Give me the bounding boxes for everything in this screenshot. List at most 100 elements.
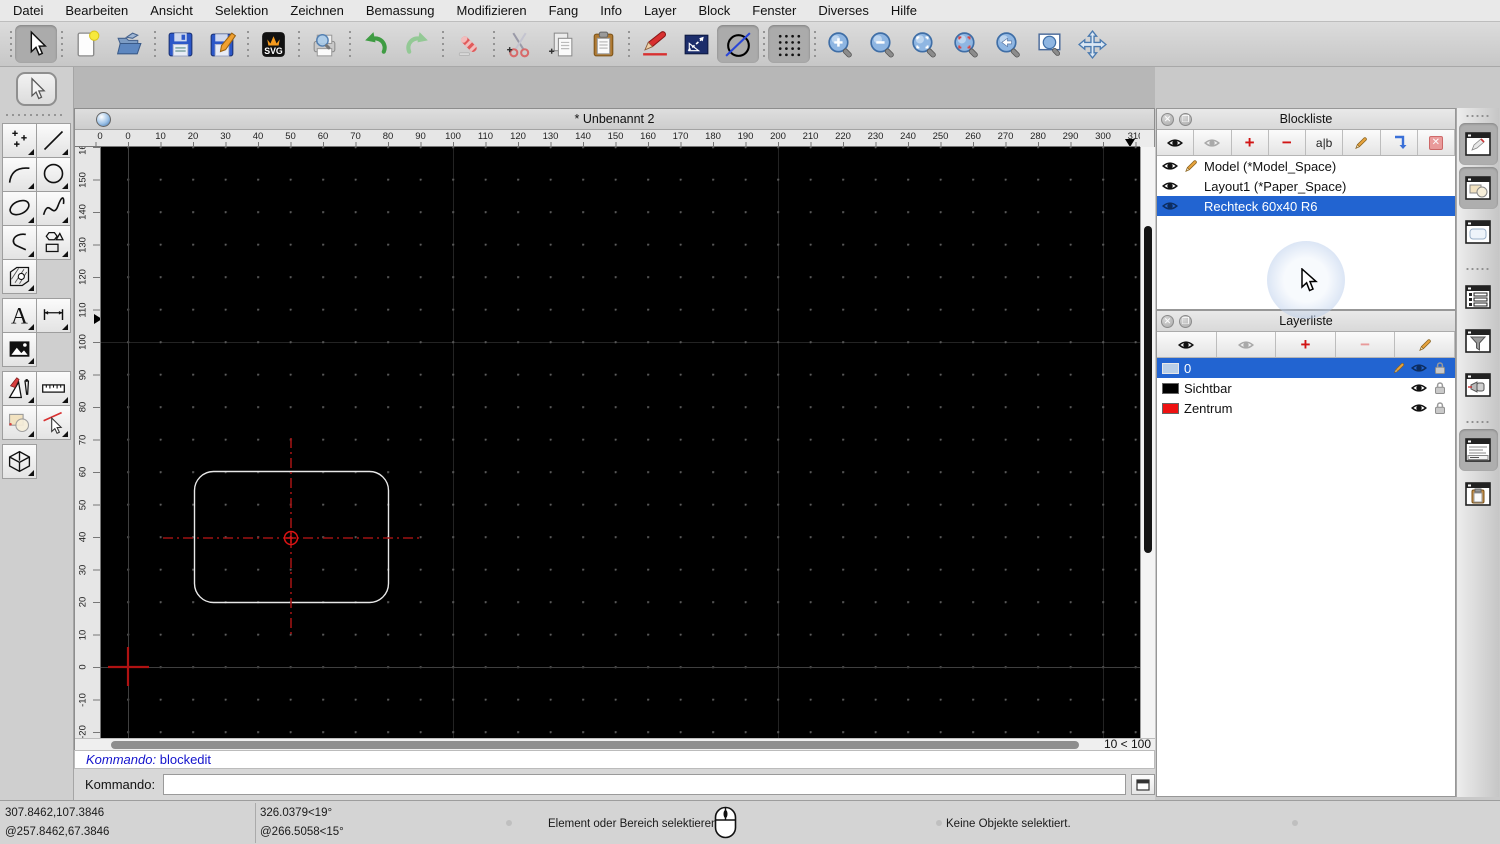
points-tool[interactable] <box>2 123 37 158</box>
vertical-scrollbar[interactable] <box>1140 147 1155 738</box>
palette-selection-tool[interactable] <box>16 72 57 106</box>
drawing-window-titlebar[interactable]: * Unbenannt 2 <box>75 109 1154 130</box>
menu-zeichnen[interactable]: Zeichnen <box>290 3 343 18</box>
visibility-eye-icon[interactable] <box>1162 198 1178 214</box>
show-all-blocks-button[interactable] <box>1157 130 1194 155</box>
construction-mode-button[interactable] <box>717 25 759 63</box>
arc-tool[interactable] <box>2 157 37 192</box>
image-tool[interactable] <box>2 332 37 367</box>
toolbar-handle[interactable] <box>1465 114 1491 119</box>
deselect-tool[interactable] <box>36 405 71 440</box>
zoom-auto-button[interactable] <box>903 25 945 63</box>
edit-block-button[interactable] <box>1343 130 1380 155</box>
layer-color-swatch[interactable] <box>1162 403 1179 414</box>
visibility-eye-icon[interactable] <box>1411 400 1427 416</box>
command-input[interactable] <box>163 774 1126 795</box>
menu-info[interactable]: Info <box>600 3 622 18</box>
zoom-in-button[interactable] <box>819 25 861 63</box>
add-block-button[interactable]: + <box>1232 130 1269 155</box>
menu-datei[interactable]: Datei <box>13 3 43 18</box>
visibility-eye-icon[interactable] <box>1162 158 1178 174</box>
hide-all-blocks-button[interactable] <box>1194 130 1231 155</box>
menu-bearbeiten[interactable]: Bearbeiten <box>65 3 128 18</box>
angle-restriction-button[interactable] <box>675 25 717 63</box>
layer-color-swatch[interactable] <box>1162 383 1179 394</box>
preview-window-button[interactable] <box>1459 211 1498 253</box>
layer-color-swatch[interactable] <box>1162 363 1179 374</box>
copy-button[interactable] <box>540 25 582 63</box>
clipboard-window-button[interactable] <box>1459 473 1498 515</box>
circle-tool[interactable] <box>36 157 71 192</box>
float-icon[interactable]: ❐ <box>1179 315 1192 328</box>
hatch-tool[interactable] <box>2 259 37 294</box>
remove-layer-button[interactable]: − <box>1336 332 1396 357</box>
list-window-button[interactable] <box>1459 276 1498 318</box>
remove-block-button[interactable]: − <box>1269 130 1306 155</box>
rename-block-button[interactable]: a|b <box>1306 130 1343 155</box>
drawing-canvas[interactable] <box>101 147 1140 738</box>
spline-tool[interactable] <box>36 191 71 226</box>
menu-fang[interactable]: Fang <box>549 3 579 18</box>
undo-button[interactable] <box>354 25 396 63</box>
save-as-button[interactable] <box>201 25 243 63</box>
zoom-out-button[interactable] <box>861 25 903 63</box>
block-row-model[interactable]: Model (*Model_Space) <box>1157 156 1455 176</box>
show-all-layers-button[interactable] <box>1157 332 1217 357</box>
visibility-eye-icon[interactable] <box>1162 178 1178 194</box>
menu-bemassung[interactable]: Bemassung <box>366 3 435 18</box>
close-icon[interactable]: ✕ <box>1161 315 1174 328</box>
dimension-tool[interactable] <box>36 298 71 333</box>
horizontal-scrollbar-thumb[interactable] <box>111 741 1079 749</box>
library-window-button[interactable] <box>1459 167 1498 209</box>
add-layer-button[interactable]: + <box>1276 332 1336 357</box>
ellipse-tool[interactable] <box>2 191 37 226</box>
line-tool[interactable] <box>36 123 71 158</box>
grid-toggle-button[interactable] <box>768 25 810 63</box>
vertical-scrollbar-thumb[interactable] <box>1144 226 1152 553</box>
blocks-tool[interactable] <box>2 405 37 440</box>
measure-tool[interactable] <box>36 371 71 406</box>
layerliste-titlebar[interactable]: ✕ ❐ Layerliste <box>1157 311 1455 332</box>
menu-modifizieren[interactable]: Modifizieren <box>457 3 527 18</box>
edit-layer-button[interactable] <box>1395 332 1455 357</box>
insert-block-button[interactable] <box>1381 130 1418 155</box>
menu-selektion[interactable]: Selektion <box>215 3 268 18</box>
hide-all-layers-button[interactable] <box>1217 332 1277 357</box>
zoom-previous-button[interactable] <box>987 25 1029 63</box>
block-row-rechteck[interactable]: Rechteck 60x40 R6 <box>1157 196 1455 216</box>
menu-block[interactable]: Block <box>698 3 730 18</box>
3d-box-tool[interactable] <box>2 444 37 479</box>
polyline-tool[interactable] <box>2 225 37 260</box>
menu-fenster[interactable]: Fenster <box>752 3 796 18</box>
modify-tool[interactable] <box>2 371 37 406</box>
layer-row-zentrum[interactable]: Zentrum <box>1157 398 1455 418</box>
blockliste-titlebar[interactable]: ✕ ❐ Blockliste <box>1157 109 1455 130</box>
lock-icon[interactable] <box>1432 360 1448 376</box>
pan-button[interactable] <box>1071 25 1113 63</box>
redo-button[interactable] <box>396 25 438 63</box>
zoom-selection-button[interactable] <box>945 25 987 63</box>
visibility-eye-icon[interactable] <box>1411 360 1427 376</box>
open-file-button[interactable] <box>108 25 150 63</box>
draw-pencil-button[interactable] <box>633 25 675 63</box>
delete-eraser-button[interactable] <box>447 25 489 63</box>
horizontal-scrollbar[interactable]: 10 < 100 <box>75 738 1156 750</box>
layer-row-0[interactable]: 0 <box>1157 358 1455 378</box>
toolbar-handle[interactable] <box>6 29 15 59</box>
lock-icon[interactable] <box>1432 400 1448 416</box>
float-icon[interactable]: ❐ <box>1179 113 1192 126</box>
lock-icon[interactable] <box>1432 380 1448 396</box>
command-window-button[interactable] <box>1459 429 1498 471</box>
close-icon[interactable]: ✕ <box>1161 113 1174 126</box>
svg-export-button[interactable]: SVG <box>252 25 294 63</box>
menu-diverses[interactable]: Diverses <box>818 3 869 18</box>
paste-button[interactable] <box>582 25 624 63</box>
cut-button[interactable] <box>498 25 540 63</box>
block-edit-window-button[interactable] <box>1459 123 1498 165</box>
delete-block-button[interactable]: ✕ <box>1418 130 1455 155</box>
text-tool[interactable]: A <box>2 298 37 333</box>
print-preview-button[interactable] <box>303 25 345 63</box>
menu-layer[interactable]: Layer <box>644 3 677 18</box>
layer-row-sichtbar[interactable]: Sichtbar <box>1157 378 1455 398</box>
notify-window-button[interactable] <box>1459 364 1498 406</box>
